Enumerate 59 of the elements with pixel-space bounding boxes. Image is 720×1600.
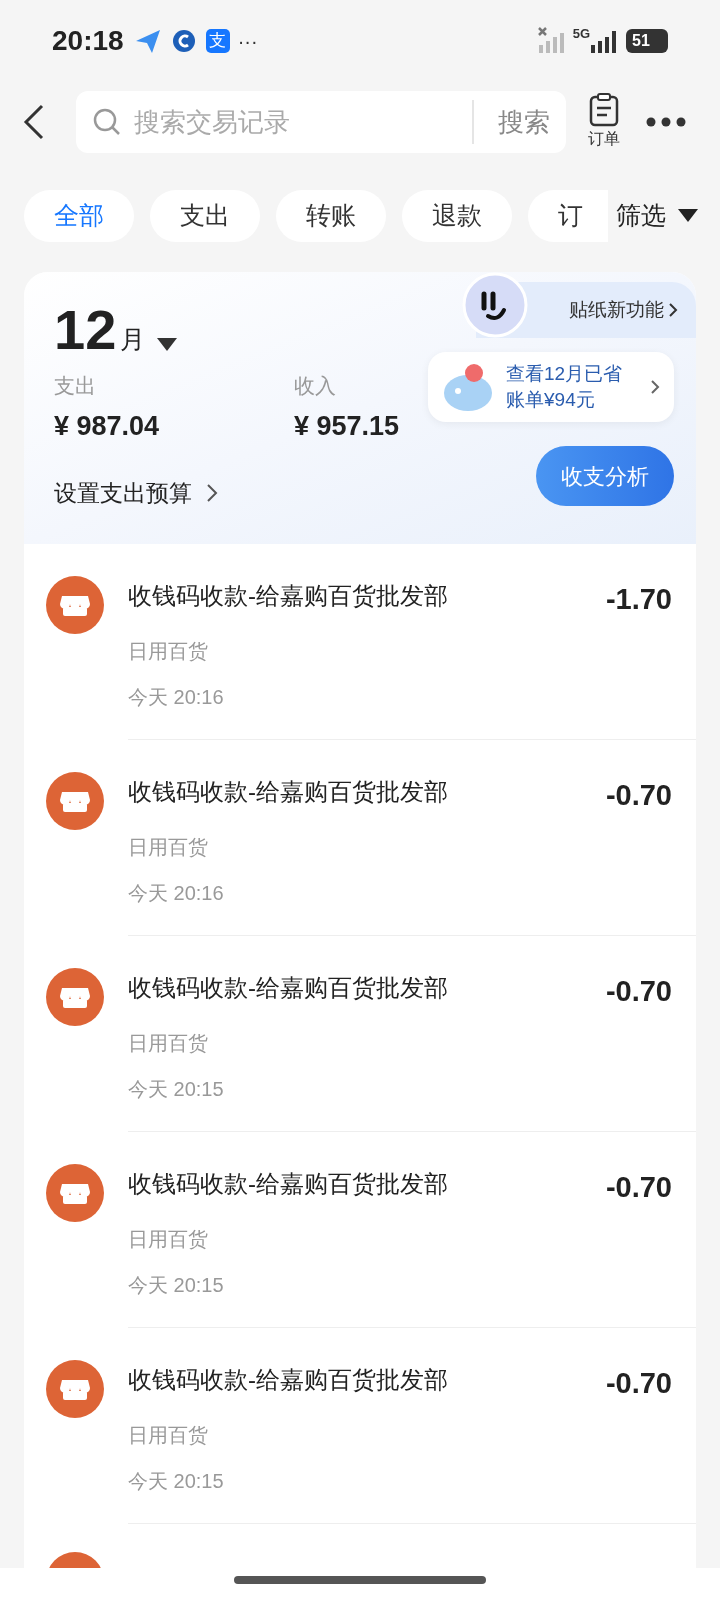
- chevron-right-icon: [650, 379, 660, 395]
- transaction-amount: -1.70: [605, 582, 672, 617]
- transaction-time: 今天 20:15: [128, 1272, 225, 1298]
- shop-icon: [46, 968, 104, 1026]
- search-icon: [92, 107, 122, 137]
- transaction-time: 今天 20:15: [128, 1076, 225, 1102]
- more-notifications: ···: [237, 29, 258, 54]
- search-field[interactable]: 搜索交易记录 搜索: [76, 91, 566, 153]
- shop-icon: [46, 576, 104, 634]
- caret-icon[interactable]: [157, 338, 178, 352]
- transaction-category: 日用百货: [128, 1422, 209, 1448]
- shop-icon: [46, 1360, 104, 1418]
- transaction-category: 日用百货: [128, 1030, 209, 1056]
- income-label: 收入: [294, 373, 337, 399]
- transaction-title[interactable]: 收钱码收款-给嘉购百货批发部: [128, 1166, 448, 1202]
- transaction-category: 日用百货: [128, 1226, 209, 1252]
- transaction-title[interactable]: 收钱码收款-给嘉购百货批发部: [128, 578, 448, 614]
- status-time: 20:18: [52, 24, 124, 58]
- savings-bubble[interactable]: 查看12月已省 账单¥94元: [428, 352, 674, 422]
- income-amount: ¥ 957.15: [294, 409, 400, 443]
- transaction-category: 日用百货: [128, 834, 209, 860]
- chevron-right-icon: [206, 483, 218, 504]
- filter-tab[interactable]: 支出: [150, 190, 260, 242]
- sticker-face-icon: [462, 272, 528, 338]
- orders-label[interactable]: 订单: [588, 127, 620, 151]
- more-icon[interactable]: [646, 117, 686, 127]
- month-unit[interactable]: 月: [120, 320, 146, 358]
- transaction-amount: -0.70: [605, 974, 672, 1009]
- network-type: 5G: [572, 25, 590, 43]
- transaction-title[interactable]: 收钱码收款-给嘉购百货批发部: [128, 1362, 448, 1398]
- transaction-amount: -0.70: [605, 1366, 672, 1401]
- filter-tab[interactable]: 转账: [276, 190, 386, 242]
- clipboard-icon[interactable]: [589, 93, 619, 127]
- transaction-category: 日用百货: [128, 638, 209, 664]
- caret-icon: [678, 209, 698, 223]
- expense-label: 支出: [54, 373, 97, 399]
- shop-icon: [46, 772, 104, 830]
- bank-logo-icon: [171, 29, 196, 53]
- filter-tab[interactable]: 退款: [402, 190, 512, 242]
- filter-button[interactable]: 筛选: [616, 197, 666, 235]
- filter-tab[interactable]: 全部: [24, 190, 134, 242]
- signal-icon: [536, 27, 567, 55]
- transaction-time: 今天 20:15: [128, 1468, 225, 1494]
- analysis-button[interactable]: 收支分析: [536, 446, 674, 506]
- shop-icon: [46, 1164, 104, 1222]
- search-button[interactable]: 搜索: [498, 102, 550, 142]
- battery-indicator: 51: [626, 29, 668, 53]
- expense-amount: ¥ 987.04: [54, 409, 161, 443]
- app-badge: 支: [205, 29, 230, 53]
- budget-link[interactable]: 设置支出预算: [54, 476, 192, 511]
- transaction-time: 今天 20:16: [128, 880, 225, 906]
- transaction-time: 今天 20:16: [128, 684, 225, 710]
- month-number[interactable]: 12: [54, 302, 117, 358]
- filter-tab[interactable]: 订: [528, 190, 608, 242]
- transaction-amount: -0.70: [605, 1170, 672, 1205]
- back-icon[interactable]: [22, 104, 46, 140]
- transaction-title[interactable]: 收钱码收款-给嘉购百货批发部: [128, 970, 448, 1006]
- transaction-title[interactable]: 收钱码收款-给嘉购百货批发部: [128, 774, 448, 810]
- transaction-amount: -0.70: [605, 778, 672, 813]
